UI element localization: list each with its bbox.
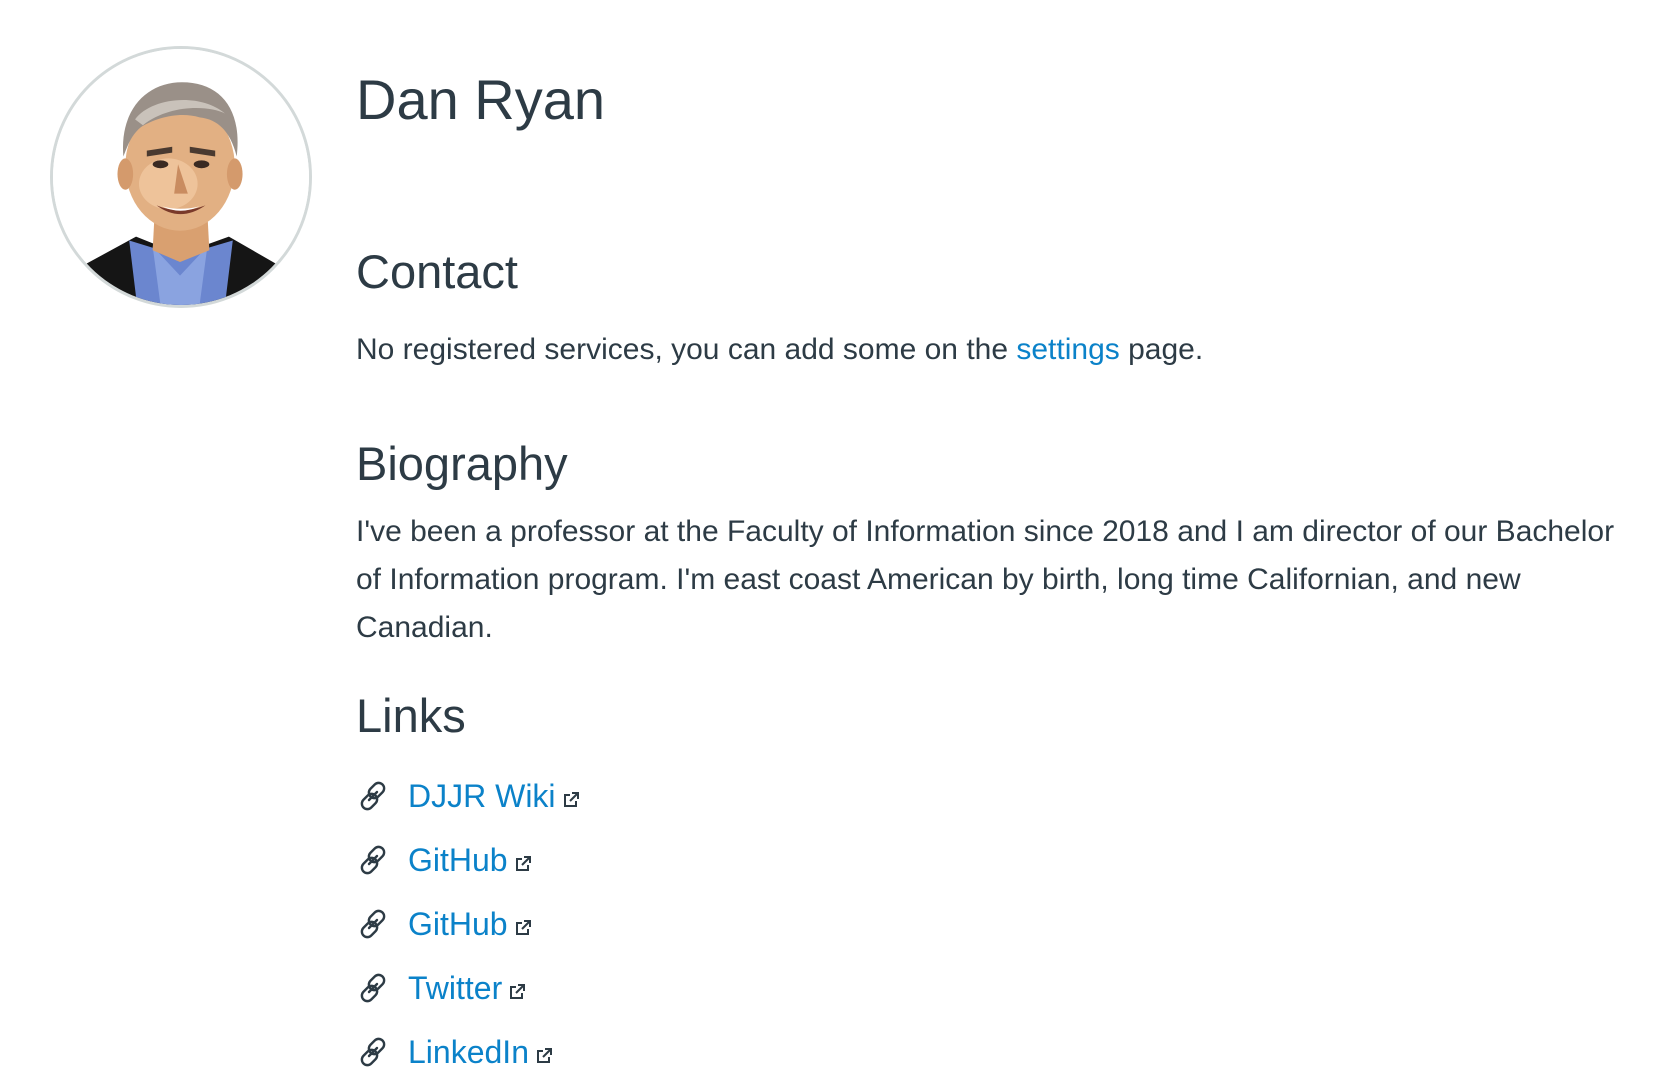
list-item: GitHub bbox=[356, 828, 580, 892]
biography-text: I've been a professor at the Faculty of … bbox=[356, 515, 1615, 644]
link-twitter[interactable]: Twitter bbox=[408, 968, 526, 1008]
biography-heading: Biography bbox=[356, 437, 568, 490]
link-label: DJJR Wiki bbox=[408, 778, 556, 814]
avatar[interactable] bbox=[50, 46, 312, 308]
link-label: GitHub bbox=[408, 906, 508, 942]
settings-link[interactable]: settings bbox=[1016, 333, 1119, 366]
profile-page: Dan Ryan Contact No registered services,… bbox=[0, 0, 1664, 1086]
contact-heading: Contact bbox=[356, 245, 518, 298]
link-github[interactable]: GitHub bbox=[408, 840, 532, 880]
external-link-icon bbox=[510, 984, 526, 999]
link-label: GitHub bbox=[408, 842, 508, 878]
link-label: LinkedIn bbox=[408, 1034, 529, 1070]
chain-link-icon bbox=[360, 909, 386, 939]
external-link-icon bbox=[515, 920, 531, 935]
chain-link-icon bbox=[360, 1037, 386, 1067]
list-item: Twitter bbox=[356, 956, 580, 1020]
link-linkedin[interactable]: LinkedIn bbox=[408, 1032, 553, 1072]
list-item: LinkedIn bbox=[356, 1020, 580, 1084]
links-list: DJJR Wiki GitHub GitHub Twitter LinkedIn bbox=[356, 764, 580, 1084]
external-link-icon bbox=[515, 856, 531, 871]
profile-name: Dan Ryan bbox=[356, 68, 606, 131]
chain-link-icon bbox=[360, 973, 386, 1003]
external-link-icon bbox=[536, 1048, 552, 1063]
chain-link-icon bbox=[360, 781, 386, 811]
avatar-portrait-image bbox=[53, 49, 309, 305]
link-label: Twitter bbox=[408, 970, 503, 1006]
list-item: GitHub bbox=[356, 892, 580, 956]
contact-text-after: page. bbox=[1119, 333, 1204, 366]
contact-text: No registered services, you can add some… bbox=[356, 328, 1203, 372]
list-item: DJJR Wiki bbox=[356, 764, 580, 828]
contact-text-before: No registered services, you can add some… bbox=[356, 333, 1017, 366]
link-djjr-wiki[interactable]: DJJR Wiki bbox=[408, 776, 580, 816]
links-heading: Links bbox=[356, 689, 466, 742]
chain-link-icon bbox=[360, 845, 386, 875]
external-link-icon bbox=[563, 792, 579, 807]
link-github-2[interactable]: GitHub bbox=[408, 904, 532, 944]
